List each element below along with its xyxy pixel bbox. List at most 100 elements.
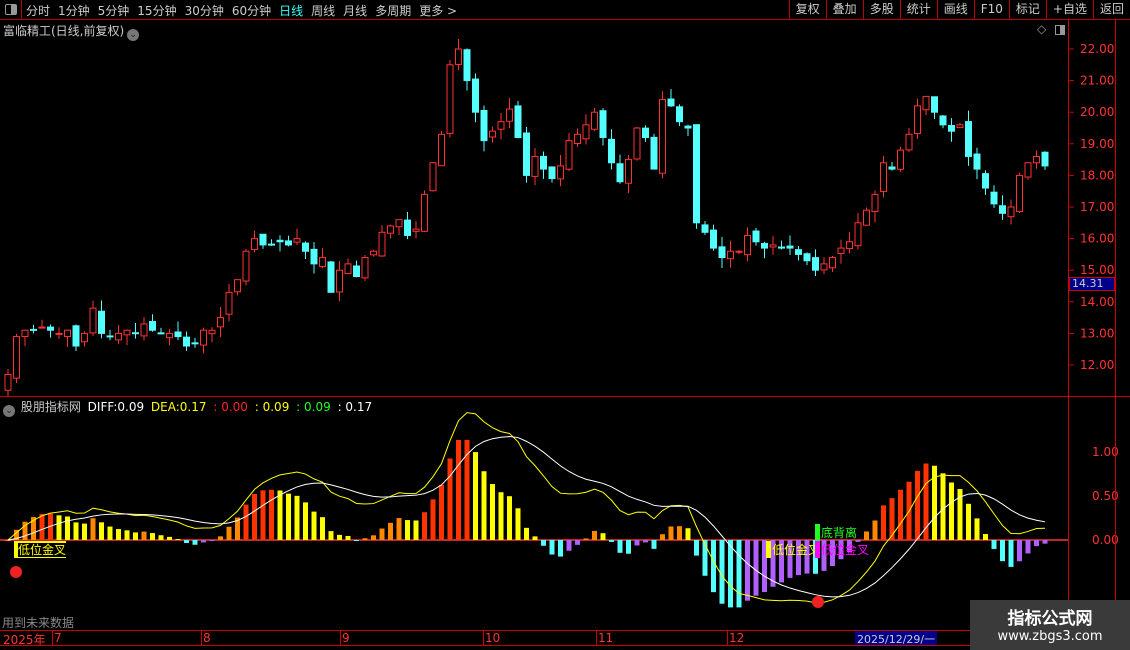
candle-body	[701, 224, 709, 233]
candle-body	[565, 140, 573, 170]
month-label: 11	[596, 631, 614, 645]
histogram-bar	[685, 528, 691, 540]
histogram-bar	[158, 535, 164, 540]
histogram-bar	[898, 489, 903, 540]
histogram-bar	[532, 536, 538, 540]
histogram-bar	[303, 502, 308, 540]
candle-body	[990, 191, 998, 205]
histogram-bar	[617, 540, 623, 553]
candle-body	[965, 121, 972, 157]
signal-low-cross: 低位金叉	[815, 541, 870, 558]
histogram-bar	[192, 540, 198, 545]
candle-body	[166, 332, 173, 339]
histogram-bar	[320, 517, 325, 540]
histogram-bar	[864, 531, 869, 540]
candle-body	[132, 332, 139, 335]
month-label: 9	[340, 631, 350, 645]
chevron-down-icon[interactable]: ⌄	[3, 405, 15, 417]
histogram-bar	[940, 473, 946, 540]
histogram-bar	[150, 533, 155, 540]
histogram-bar	[269, 489, 274, 540]
histogram-bar	[422, 512, 427, 540]
histogram-bar	[753, 540, 759, 596]
candle-body	[285, 240, 292, 246]
histogram-bar	[592, 530, 597, 540]
candle-body	[123, 329, 131, 336]
candle-body	[905, 133, 913, 151]
histogram-bar	[1034, 540, 1039, 547]
candle-body	[557, 165, 564, 180]
histogram-bar	[481, 471, 487, 540]
histogram-bar	[124, 530, 130, 540]
histogram-bar	[73, 522, 79, 540]
price-tick: 17.00	[1080, 200, 1114, 214]
candle-body	[523, 132, 530, 176]
candle-body	[234, 279, 241, 293]
candle-body	[803, 253, 811, 262]
candle-body	[1033, 155, 1040, 164]
histogram-bar	[90, 518, 96, 540]
histogram-bar	[184, 540, 189, 544]
candle-body	[336, 269, 343, 293]
candle-body	[837, 247, 845, 255]
histogram-bar	[405, 520, 410, 540]
candle-body	[446, 64, 454, 134]
pane-divider	[0, 396, 1130, 397]
histogram-bar	[311, 511, 317, 540]
year-label: 2025年	[3, 633, 46, 647]
candle-body	[973, 153, 981, 170]
candle-body	[591, 111, 598, 130]
signal-low-cross: 低位金叉	[14, 541, 67, 558]
candle-body	[1016, 174, 1023, 213]
histogram-bar	[362, 538, 368, 540]
candle-body	[582, 124, 590, 140]
candle-body	[225, 291, 233, 315]
candle-body	[64, 329, 71, 337]
candle-body	[1041, 151, 1049, 167]
side-strip-line	[1115, 20, 1116, 632]
candle-body	[293, 238, 301, 243]
price-tick: 22.00	[1080, 42, 1114, 56]
histogram-bar	[541, 540, 546, 546]
candle-body	[846, 241, 853, 250]
candle-body	[429, 162, 437, 192]
candle-body	[667, 98, 675, 107]
histogram-bar	[371, 535, 376, 540]
candle-body	[208, 329, 216, 335]
histogram-bar	[99, 522, 104, 540]
candle-body	[880, 162, 887, 192]
histogram-bar	[719, 540, 725, 604]
candle-body	[89, 307, 97, 334]
histogram-bar	[354, 540, 359, 541]
candle-body	[344, 263, 352, 275]
histogram-bar	[133, 532, 138, 540]
candle-body	[642, 127, 649, 138]
chart-canvas[interactable]: 22.00 21.00 20.00 19.00 18.00 17.00 16.00 15.00…	[0, 0, 1130, 650]
candle-body	[47, 326, 54, 331]
candle-body	[38, 326, 46, 329]
price-tick: 21.00	[1080, 74, 1114, 88]
candle-body	[922, 95, 930, 111]
histogram-bar	[1025, 540, 1031, 554]
indicator-name[interactable]: 股朋指标网	[21, 400, 81, 414]
candle-body	[956, 124, 964, 129]
candle-body	[268, 243, 275, 246]
candle-body	[370, 250, 377, 256]
candle-body	[480, 110, 488, 142]
price-tick: 15.00	[1080, 263, 1114, 277]
histogram-bar	[966, 503, 971, 540]
histogram-bar	[711, 540, 716, 593]
price-tick: 16.00	[1080, 232, 1114, 246]
histogram-bar	[226, 526, 232, 540]
histogram-bar	[252, 493, 257, 540]
candle-body	[514, 105, 522, 138]
histogram-bar	[56, 515, 62, 540]
candle-body	[531, 155, 539, 177]
candle-body	[1024, 162, 1032, 178]
indicator-value: : 0.09	[254, 400, 290, 414]
candle-body	[81, 332, 88, 343]
candle-body	[404, 219, 411, 236]
price-tick: 18.00	[1080, 168, 1114, 182]
histogram-bar	[634, 540, 640, 546]
candle-body	[820, 263, 828, 271]
